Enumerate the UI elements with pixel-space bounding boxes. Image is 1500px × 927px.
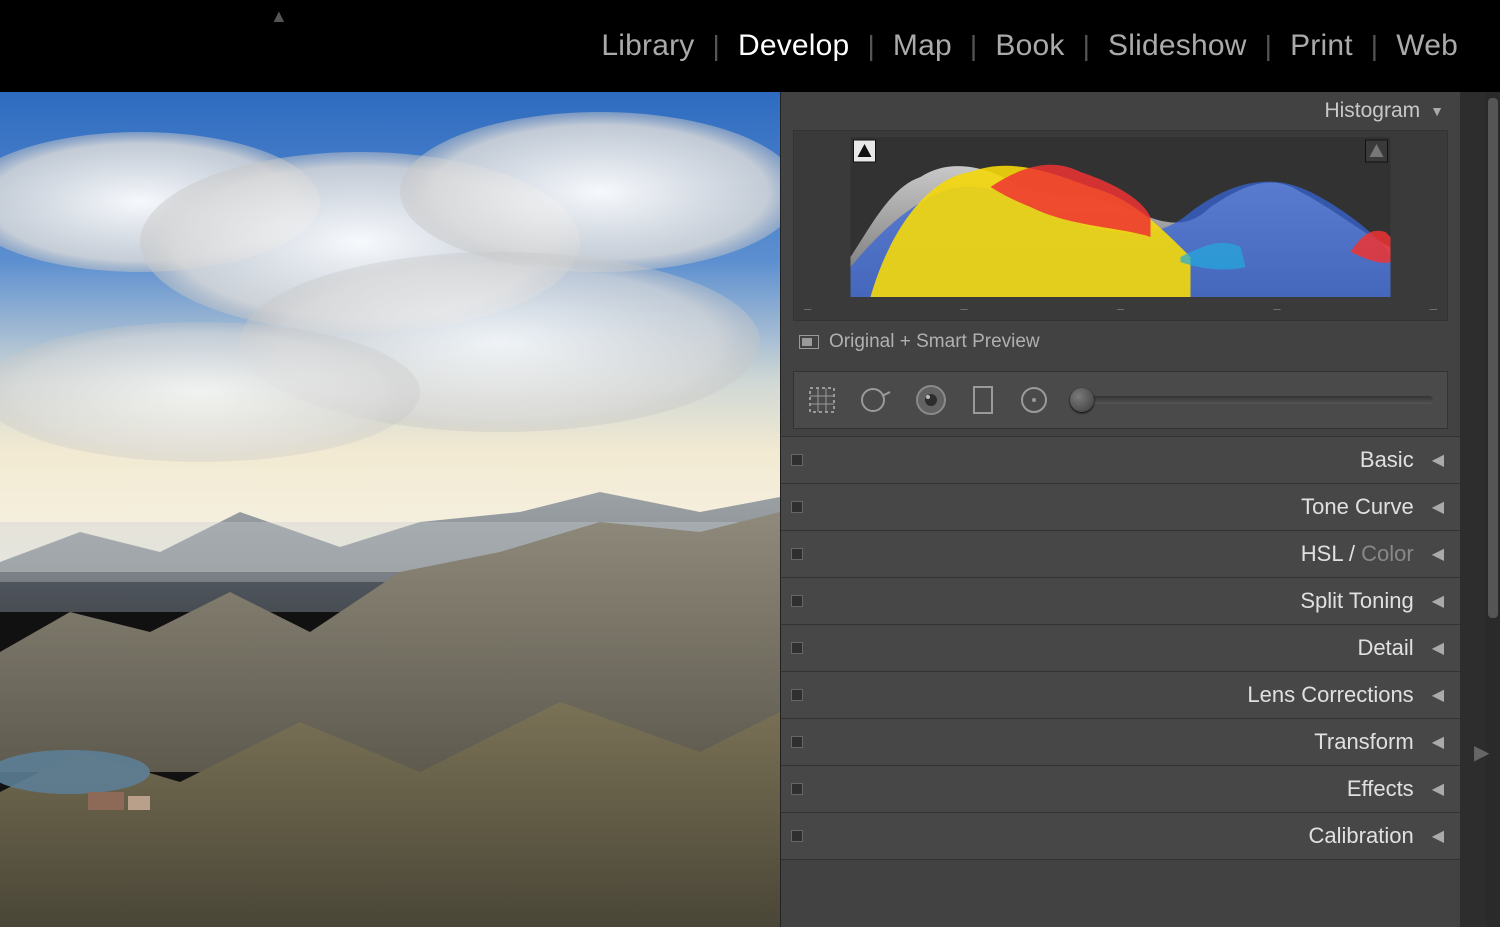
panel-label: Lens Corrections xyxy=(1247,682,1413,708)
preview-status-label: Original + Smart Preview xyxy=(829,331,1040,353)
panel-collapse-caret-icon[interactable]: ▲ xyxy=(270,6,288,27)
panel-transform[interactable]: Transform ◀ xyxy=(781,718,1460,766)
module-picker: Library|Develop|Map|Book|Slideshow|Print… xyxy=(583,29,1476,63)
module-web[interactable]: Web xyxy=(1378,29,1476,63)
panel-toggle-switch[interactable] xyxy=(791,830,803,842)
histogram-tick: – xyxy=(960,301,967,316)
slider-knob-icon[interactable] xyxy=(1070,388,1094,412)
panel-effects[interactable]: Effects ◀ xyxy=(781,765,1460,813)
histogram-tick: – xyxy=(804,301,811,316)
module-slideshow[interactable]: Slideshow xyxy=(1090,29,1265,63)
panel-toggle-switch[interactable] xyxy=(791,736,803,748)
panel-basic[interactable]: Basic ◀ xyxy=(781,436,1460,484)
image-preview[interactable] xyxy=(0,92,780,927)
panel-expand-caret-icon: ◀ xyxy=(1432,591,1444,611)
panel-label: Split Toning xyxy=(1300,588,1413,614)
panel-expand-caret-icon: ◀ xyxy=(1432,450,1444,470)
panel-toggle-switch[interactable] xyxy=(791,548,803,560)
panel-toggle-switch[interactable] xyxy=(791,783,803,795)
top-nav: ▲ Library|Develop|Map|Book|Slideshow|Pri… xyxy=(0,0,1500,92)
nav-separator: | xyxy=(970,30,977,62)
graduated-filter-tool-icon[interactable] xyxy=(968,382,998,418)
panel-detail[interactable]: Detail ◀ xyxy=(781,624,1460,672)
histogram-tick: – xyxy=(1430,301,1437,316)
histogram-tick: – xyxy=(1273,301,1280,316)
panel-split-toning[interactable]: Split Toning ◀ xyxy=(781,577,1460,625)
collapse-caret-icon: ▼ xyxy=(1430,103,1444,119)
panel-hsl[interactable]: HSL / Color ◀ xyxy=(781,530,1460,578)
nav-separator: | xyxy=(1083,30,1090,62)
scrollbar-thumb[interactable] xyxy=(1488,98,1498,618)
panel-toggle-switch[interactable] xyxy=(791,595,803,607)
panel-tone-curve[interactable]: Tone Curve ◀ xyxy=(781,483,1460,531)
vertical-scrollbar[interactable] xyxy=(1486,92,1500,927)
module-library[interactable]: Library xyxy=(583,29,712,63)
module-print[interactable]: Print xyxy=(1272,29,1371,63)
panel-expand-caret-icon[interactable]: ▶ xyxy=(1474,740,1489,765)
panel-toggle-switch[interactable] xyxy=(791,642,803,654)
panel-expand-caret-icon: ◀ xyxy=(1432,826,1444,846)
preview-status: Original + Smart Preview xyxy=(781,321,1460,365)
panel-label: HSL / Color xyxy=(1301,541,1414,567)
histogram-panel-header[interactable]: Histogram ▼ xyxy=(781,92,1460,130)
histogram-zone-labels: ––––– xyxy=(800,297,1441,316)
panel-expand-caret-icon: ◀ xyxy=(1432,732,1444,752)
histogram-tick: – xyxy=(1117,301,1124,316)
spot-removal-tool-icon[interactable] xyxy=(858,382,894,418)
nav-separator: | xyxy=(712,30,719,62)
panel-expand-caret-icon: ◀ xyxy=(1432,544,1444,564)
crop-tool-icon[interactable] xyxy=(804,382,840,418)
panel-label: Detail xyxy=(1357,635,1413,661)
nav-separator: | xyxy=(1371,30,1378,62)
histogram-title: Histogram xyxy=(1324,99,1420,123)
nav-separator: | xyxy=(1265,30,1272,62)
panel-toggle-switch[interactable] xyxy=(791,689,803,701)
nav-separator: | xyxy=(867,30,874,62)
histogram-display[interactable]: ––––– xyxy=(793,130,1448,321)
redeye-tool-icon[interactable] xyxy=(912,381,950,419)
radial-filter-tool-icon[interactable] xyxy=(1016,382,1052,418)
module-develop[interactable]: Develop xyxy=(720,29,867,63)
tool-strip xyxy=(793,371,1448,429)
panel-label: Transform xyxy=(1314,729,1413,755)
panel-label: Effects xyxy=(1347,776,1414,802)
module-map[interactable]: Map xyxy=(875,29,970,63)
panel-lens-corrections[interactable]: Lens Corrections ◀ xyxy=(781,671,1460,719)
preview-badge-icon xyxy=(799,335,819,349)
panel-expand-caret-icon: ◀ xyxy=(1432,685,1444,705)
module-book[interactable]: Book xyxy=(977,29,1082,63)
panel-label: Calibration xyxy=(1309,823,1414,849)
brush-size-slider[interactable] xyxy=(1070,396,1433,404)
panel-label: Basic xyxy=(1360,447,1414,473)
panel-toggle-switch[interactable] xyxy=(791,454,803,466)
panel-label: Tone Curve xyxy=(1301,494,1414,520)
panel-expand-caret-icon: ◀ xyxy=(1432,638,1444,658)
panel-expand-caret-icon: ◀ xyxy=(1432,497,1444,517)
panel-calibration[interactable]: Calibration ◀ xyxy=(781,812,1460,860)
panel-toggle-switch[interactable] xyxy=(791,501,803,513)
right-panel-group: Histogram ▼ xyxy=(780,92,1460,927)
right-gutter: ▶ xyxy=(1460,92,1500,927)
panel-expand-caret-icon: ◀ xyxy=(1432,779,1444,799)
